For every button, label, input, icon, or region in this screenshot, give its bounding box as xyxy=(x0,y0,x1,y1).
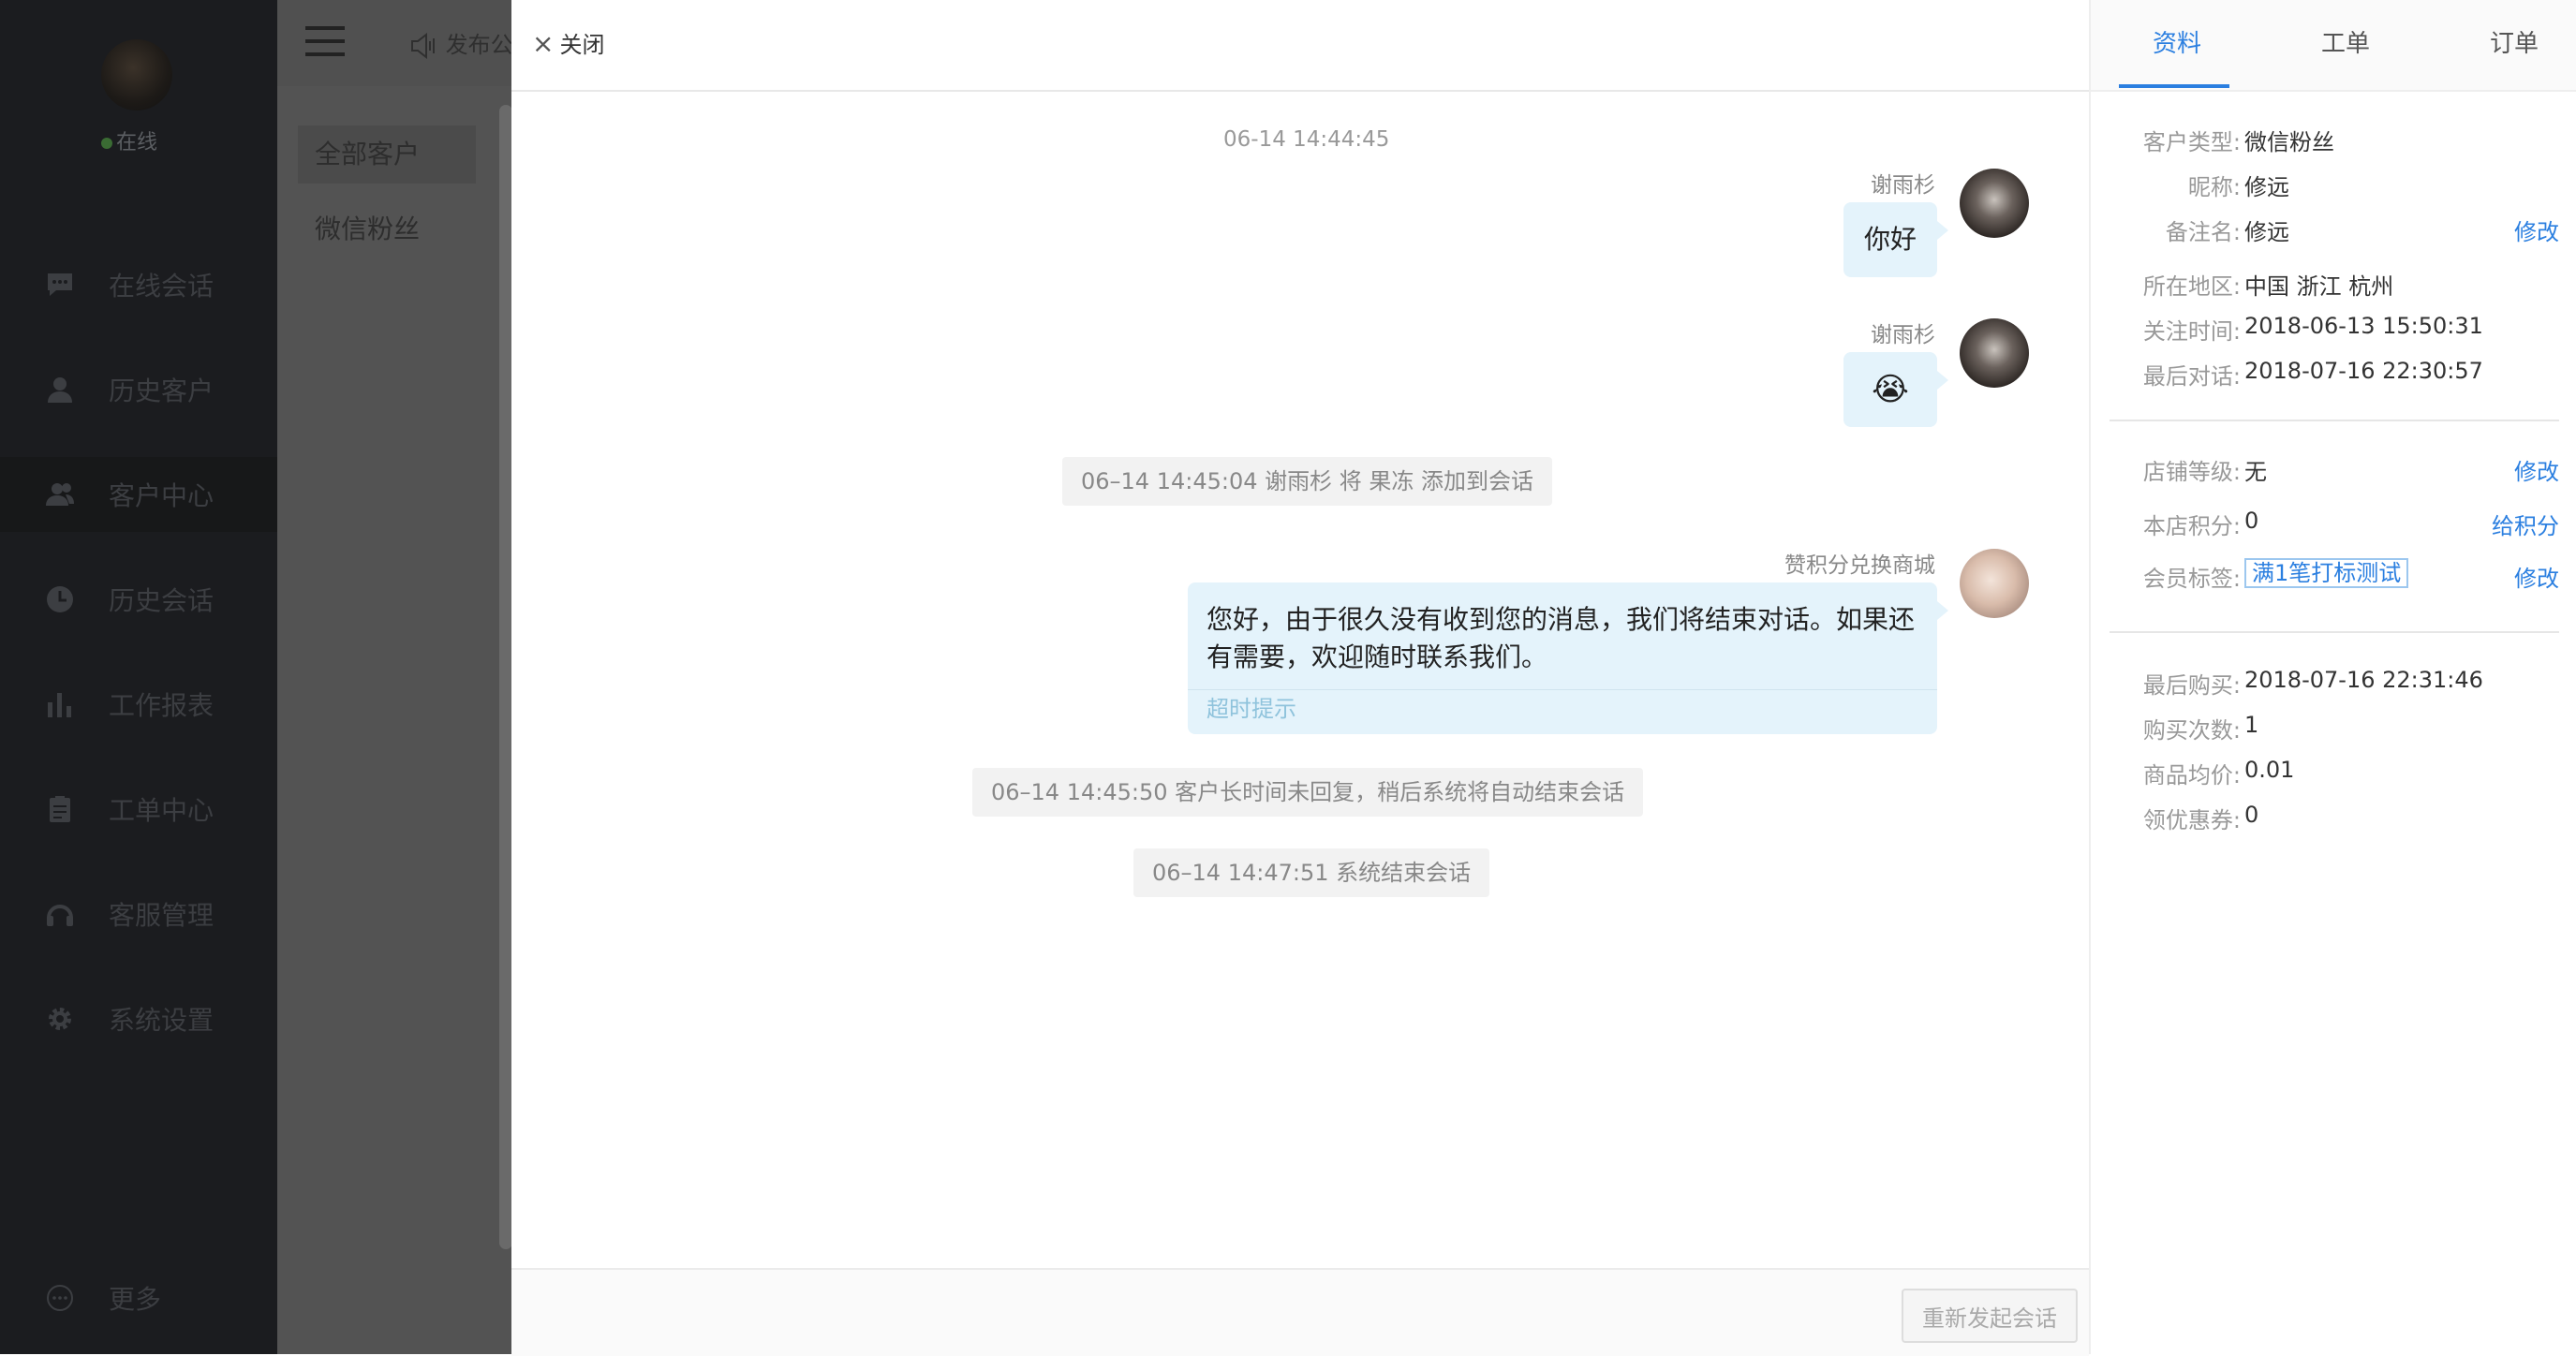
info-row-member-tag: 会员标签: 满1笔打标测试 修改 xyxy=(2142,558,2559,593)
restart-session-button[interactable]: 重新发起会话 xyxy=(1902,1289,2078,1343)
chat-footer: 重新发起会话 xyxy=(511,1268,2089,1356)
announce-button[interactable]: 发布公 xyxy=(410,26,513,60)
customer-info-panel: 资料 工单 订单 客户类型: 微信粉丝 昵称: 修远 备注名: 修远 修改 所在地区: 中… xyxy=(2089,0,2576,1354)
clock-icon xyxy=(47,586,73,612)
nav-item-label: 系统设置 xyxy=(109,1005,215,1036)
divider xyxy=(2110,631,2559,633)
info-row-coupons: 领优惠券: 0 xyxy=(2142,802,2259,833)
member-tag: 满1笔打标测试 xyxy=(2244,558,2409,588)
online-dot-icon xyxy=(101,138,112,149)
agent-avatar xyxy=(1960,169,2029,238)
message-text: 你好 xyxy=(1863,224,1917,255)
chat-bubble-icon xyxy=(48,273,72,296)
give-points-link[interactable]: 给积分 xyxy=(2492,508,2559,540)
shop-avatar xyxy=(1960,549,2029,618)
nav-item-more[interactable]: 更多 xyxy=(0,1260,277,1335)
message-sender: 谢雨杉 xyxy=(1871,323,1935,347)
headset-icon xyxy=(47,905,73,926)
close-button[interactable]: × 关闭 xyxy=(532,26,604,59)
info-row-nickname: 昵称: 修远 xyxy=(2187,174,2289,200)
nav-item-history-sessions[interactable]: 历史会话 xyxy=(0,562,277,637)
message-sender: 谢雨杉 xyxy=(1871,173,1935,198)
more-icon xyxy=(47,1285,73,1311)
system-message: 06–14 14:45:04 谢雨杉 将 果冻 添加到会话 xyxy=(1062,457,1553,506)
info-row-follow-time: 关注时间: 2018-06-13 15:50:31 xyxy=(2142,313,2483,345)
chat-header: × 关闭 xyxy=(511,0,2089,92)
nav-item-label: 更多 xyxy=(109,1284,162,1315)
nav-item-label: 工单中心 xyxy=(109,795,215,826)
nav-item-agent-management[interactable]: 客服管理 xyxy=(0,877,277,951)
nav-item-label: 工作报表 xyxy=(109,690,215,721)
system-message: 06–14 14:45:50 客户长时间未回复，稍后系统将自动结束会话 xyxy=(972,768,1644,817)
nav-item-customer-center[interactable]: 客户中心 xyxy=(0,457,277,532)
crying-emoji: 😭 xyxy=(1872,371,1909,408)
info-tabs: 资料 工单 订单 xyxy=(2091,0,2576,92)
chat-bubble: 你好 xyxy=(1843,202,1948,277)
timeout-tip: 超时提示 xyxy=(1188,689,1937,731)
nav-item-online-chat[interactable]: 在线会话 xyxy=(0,247,277,322)
info-row-remark-name: 备注名: 修远 修改 xyxy=(2111,214,2559,251)
system-message: 06–14 14:47:51 系统结束会话 xyxy=(1133,848,1490,897)
nav-item-work-reports[interactable]: 工作报表 xyxy=(0,667,277,742)
category-all-customers[interactable]: 全部客户 xyxy=(298,125,476,184)
info-row-shop-points: 本店积分: 0 给积分 xyxy=(2142,508,2559,540)
message-sender: 赞积分兑换商城 xyxy=(1784,553,1935,578)
info-row-customer-type: 客户类型: 微信粉丝 xyxy=(2142,129,2334,155)
nav-item-label: 客服管理 xyxy=(109,900,215,931)
message-timestamp: 06-14 14:44:45 xyxy=(1223,127,1390,152)
online-status[interactable]: 在线 xyxy=(101,125,157,155)
chat-bubble: 您好，由于很久没有收到您的消息，我们将结束对话。如果还有需要，欢迎随时联系我们。… xyxy=(1188,582,1948,734)
top-toolbar: 发布公 xyxy=(277,0,513,86)
gear-icon xyxy=(49,1008,71,1030)
user-avatar[interactable] xyxy=(101,39,172,111)
agent-avatar xyxy=(1960,318,2029,388)
message-text: 您好，由于很久没有收到您的消息，我们将结束对话。如果还有需要，欢迎随时联系我们。 xyxy=(1207,604,1916,672)
info-row-region: 所在地区: 中国 浙江 杭州 xyxy=(2142,273,2394,300)
scrollbar[interactable] xyxy=(499,105,512,1249)
nav-item-label: 在线会话 xyxy=(109,271,215,302)
nav-item-system-settings[interactable]: 系统设置 xyxy=(0,981,277,1056)
speaker-icon xyxy=(411,32,435,60)
user-icon xyxy=(48,377,72,403)
clipboard-icon xyxy=(50,796,70,822)
active-tab-indicator xyxy=(2119,84,2229,88)
nav-item-ticket-center[interactable]: 工单中心 xyxy=(0,772,277,847)
customer-category-panel: 发布公 全部客户 微信粉丝 xyxy=(277,0,513,1354)
divider xyxy=(2110,420,2559,421)
bar-chart-icon xyxy=(48,693,71,717)
nav-item-history-customers[interactable]: 历史客户 xyxy=(0,352,277,427)
edit-level-link[interactable]: 修改 xyxy=(2514,453,2559,486)
nav-item-label: 历史客户 xyxy=(109,376,215,406)
tab-orders[interactable]: 订单 xyxy=(2490,24,2539,59)
info-row-avg-price: 商品均价: 0.01 xyxy=(2142,757,2295,789)
info-row-last-purchase: 最后购买: 2018-07-16 22:31:46 xyxy=(2142,667,2483,699)
edit-remark-link[interactable]: 修改 xyxy=(2514,214,2559,246)
main-sidebar: 在线 在线会话 历史客户 客户中心 历史会话 工作报表 工单中心 客服管理 系统… xyxy=(0,0,277,1354)
info-row-shop-level: 店铺等级: 无修改 xyxy=(2111,453,2559,491)
users-icon xyxy=(46,483,74,506)
menu-toggle-icon[interactable] xyxy=(305,26,345,60)
info-row-purchase-count: 购买次数: 1 xyxy=(2142,712,2259,744)
chat-panel: × 关闭 06-14 14:44:45 谢雨杉 你好 谢雨杉 😭 06–14 14… xyxy=(511,0,2089,1356)
chat-bubble: 😭 xyxy=(1843,352,1948,427)
nav-item-label: 客户中心 xyxy=(109,480,215,511)
close-icon: × xyxy=(532,28,555,59)
info-row-last-chat: 最后对话: 2018-07-16 22:30:57 xyxy=(2142,358,2483,390)
tab-tickets[interactable]: 工单 xyxy=(2321,24,2370,59)
category-wechat-fans[interactable]: 微信粉丝 xyxy=(298,200,476,258)
nav-item-label: 历史会话 xyxy=(109,585,215,616)
tab-profile[interactable]: 资料 xyxy=(2153,24,2201,59)
edit-tag-link[interactable]: 修改 xyxy=(2514,560,2559,593)
